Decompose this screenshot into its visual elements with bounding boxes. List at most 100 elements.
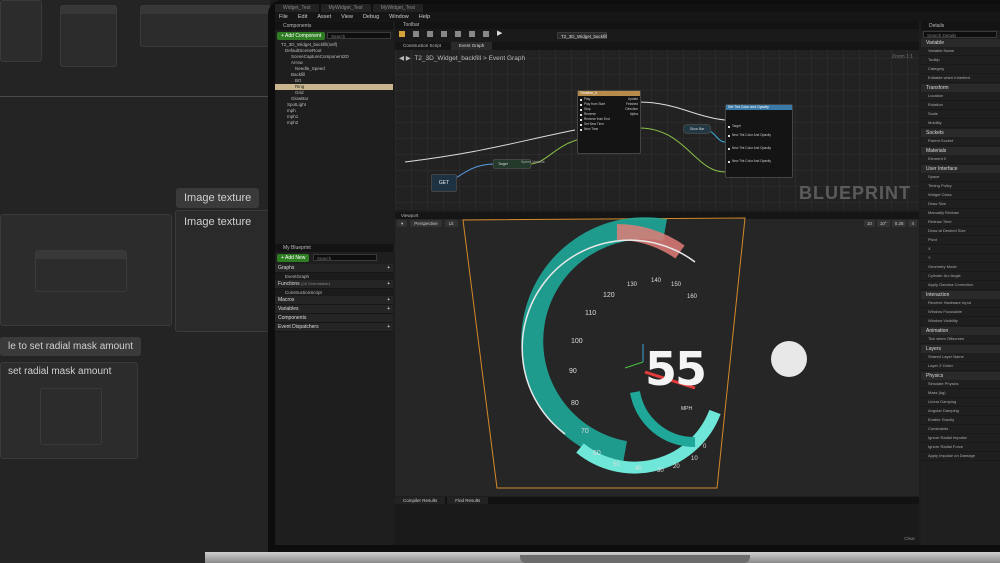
details-property-row[interactable]: Location [921, 92, 1000, 101]
timeline-node[interactable]: Timeline_0 Play Play from Start Stop Rev… [577, 90, 641, 154]
details-property-row[interactable]: Draw Size [921, 200, 1000, 209]
details-property-row[interactable]: Y [921, 254, 1000, 263]
details-section-header[interactable]: Animation [921, 327, 1000, 335]
add-dispatcher-icon[interactable]: + [387, 323, 390, 331]
pin-alpha[interactable]: Alpha [625, 112, 638, 117]
add-new-button[interactable]: + Add New [277, 254, 310, 262]
details-property-row[interactable]: Element 0 [921, 155, 1000, 164]
menu-asset[interactable]: Asset [317, 12, 331, 22]
section-variables[interactable]: Variables + [275, 305, 393, 314]
details-property-row[interactable]: Constraints [921, 425, 1000, 434]
details-property-row[interactable]: Manually Redraw [921, 209, 1000, 218]
details-search-input[interactable]: Search Details [923, 31, 997, 38]
add-component-button[interactable]: + Add Component [277, 32, 326, 40]
section-functions[interactable]: Functions (26 Overridable) + [275, 280, 393, 289]
get-node[interactable]: GET [431, 174, 457, 192]
pin-tint-3[interactable]: New Tint Color And Opacity [726, 159, 792, 164]
function-item-construction[interactable]: ConstructionScript [275, 289, 393, 296]
details-property-row[interactable]: Apply Impulse on Damage [921, 452, 1000, 461]
details-section-header[interactable]: Physics [921, 372, 1000, 380]
details-section-header[interactable]: Interaction [921, 291, 1000, 299]
defaults-icon[interactable] [469, 31, 475, 37]
play-icon[interactable]: ▶ [497, 30, 502, 37]
details-section-header[interactable]: Layers [921, 345, 1000, 353]
pin-tint-1[interactable]: New Tint Color And Opacity [726, 133, 792, 138]
details-property-row[interactable]: Timing Policy [921, 182, 1000, 191]
details-section-header[interactable]: Variable [921, 39, 1000, 47]
details-property-row[interactable]: Receive Hardware Input [921, 299, 1000, 308]
pin-target[interactable]: Target [726, 124, 792, 129]
window-tab[interactable]: MyWidget_Test [372, 4, 423, 12]
pin-new-time[interactable]: New Time [578, 127, 610, 132]
details-property-row[interactable]: Editable when Inherited [921, 74, 1000, 83]
viewport-panel[interactable]: Viewport ▾ Perspective Lit 10 10° 0.25 4 [395, 212, 919, 496]
tab-compiler-results[interactable]: Compiler Results [395, 497, 446, 504]
component-item[interactable]: mph2 [275, 120, 393, 126]
tab-find-results[interactable]: Find Results [447, 497, 489, 504]
details-section-header[interactable]: User Interface [921, 165, 1000, 173]
pin-tint-2[interactable]: New Tint Color And Opacity [726, 146, 792, 151]
components-search-input[interactable]: Search [327, 32, 391, 39]
details-section-header[interactable]: Materials [921, 147, 1000, 155]
window-tab[interactable]: MyWidget_Test [320, 4, 371, 12]
menu-debug[interactable]: Debug [363, 12, 379, 22]
menu-window[interactable]: Window [389, 12, 409, 22]
section-graphs[interactable]: Graphs + [275, 264, 393, 273]
glow-bar-node[interactable]: Glow Bar [683, 124, 711, 134]
details-property-row[interactable]: Ignore Radial Impulse [921, 434, 1000, 443]
settings-icon[interactable] [455, 31, 461, 37]
section-macros[interactable]: Macros + [275, 296, 393, 305]
details-property-row[interactable]: Window Visibility [921, 317, 1000, 326]
add-function-icon[interactable]: + [387, 280, 390, 288]
diff-icon[interactable] [441, 31, 447, 37]
details-property-row[interactable]: Linear Damping [921, 398, 1000, 407]
menu-edit[interactable]: Edit [298, 12, 307, 22]
details-property-row[interactable]: Redraw Time [921, 218, 1000, 227]
details-section-header[interactable]: Sockets [921, 129, 1000, 137]
blueprint-search-input[interactable]: Search [313, 254, 377, 261]
details-property-row[interactable]: Shared Layer Name [921, 353, 1000, 362]
details-property-row[interactable]: Tick when Offscreen [921, 335, 1000, 344]
details-property-row[interactable]: Variable Name [921, 47, 1000, 56]
details-property-row[interactable]: Scale [921, 110, 1000, 119]
details-property-row[interactable]: Angular Damping [921, 407, 1000, 416]
set-tint-node[interactable]: Set Tint Color and Opacity Target New Ti… [725, 104, 793, 178]
menu-view[interactable]: View [341, 12, 353, 22]
details-property-row[interactable]: Mass (kg) [921, 389, 1000, 398]
details-property-row[interactable]: X [921, 245, 1000, 254]
section-components[interactable]: Components [275, 314, 393, 323]
details-property-row[interactable]: Ignore Radial Force [921, 443, 1000, 452]
event-graph[interactable]: Construction Script Event Graph ◀ ▶ T2_3… [395, 42, 919, 210]
add-graph-icon[interactable]: + [387, 264, 390, 272]
save-icon[interactable] [413, 31, 419, 37]
details-property-row[interactable]: Draw at Desired Size [921, 227, 1000, 236]
details-property-row[interactable]: Widget Class [921, 191, 1000, 200]
add-macro-icon[interactable]: + [387, 296, 390, 304]
details-property-row[interactable]: Parent Socket [921, 137, 1000, 146]
details-property-row[interactable]: Category [921, 65, 1000, 74]
simulate-icon[interactable] [483, 31, 489, 37]
browse-icon[interactable] [427, 31, 433, 37]
add-variable-icon[interactable]: + [387, 305, 390, 313]
menu-file[interactable]: File [279, 12, 288, 22]
details-property-row[interactable]: Tooltip [921, 56, 1000, 65]
window-tab[interactable]: Widget_Test [275, 4, 319, 12]
details-property-row[interactable]: Rotation [921, 101, 1000, 110]
details-property-row[interactable]: Mobility [921, 119, 1000, 128]
details-property-row[interactable]: Apply Gamma Correction [921, 281, 1000, 290]
clear-button[interactable]: Clear [904, 536, 915, 541]
details-property-row[interactable]: Simulate Physics [921, 380, 1000, 389]
details-property-row[interactable]: Layer Z Order [921, 362, 1000, 371]
section-event-dispatchers[interactable]: Event Dispatchers + [275, 323, 393, 332]
details-property-row[interactable]: Enable Gravity [921, 416, 1000, 425]
compile-icon[interactable] [399, 31, 405, 37]
graph-item-eventgraph[interactable]: EventGraph [275, 273, 393, 280]
details-property-row[interactable]: Cylinder Arc Angle [921, 272, 1000, 281]
details-property-row[interactable]: Space [921, 173, 1000, 182]
details-property-row[interactable]: Geometry Mode [921, 263, 1000, 272]
menu-help[interactable]: Help [419, 12, 430, 22]
debug-object-dropdown[interactable]: T2_3D_Widget_backfill [557, 32, 607, 39]
details-property-row[interactable]: Pivot [921, 236, 1000, 245]
details-property-row[interactable]: Window Focusable [921, 308, 1000, 317]
details-section-header[interactable]: Transform [921, 84, 1000, 92]
